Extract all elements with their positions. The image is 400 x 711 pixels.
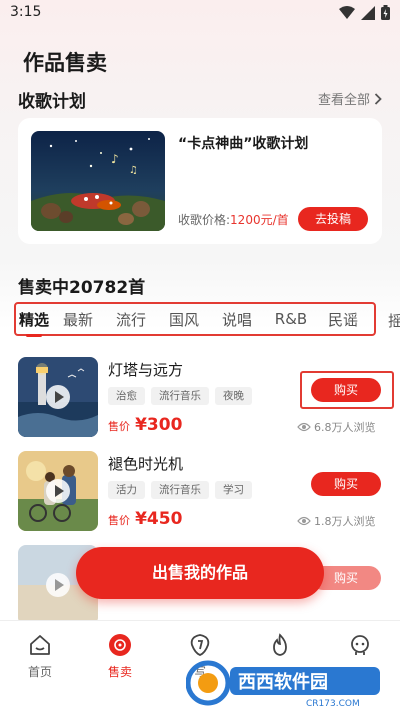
song-tag: 学习 — [215, 481, 252, 499]
wifi-icon — [339, 5, 355, 19]
vinyl-icon — [109, 634, 131, 656]
plan-price-value: 1200元/首 — [230, 213, 289, 227]
plan-section-header: 收歌计划 查看全部 — [18, 87, 382, 112]
song-item[interactable]: 褪色时光机 活力 流行音乐 学习 售价 ¥450 购买 1.8万人浏览 — [18, 451, 382, 533]
tab-zuixin[interactable]: 最新 — [52, 309, 104, 330]
svg-text:♫: ♫ — [129, 165, 138, 176]
tab-rnb[interactable]: R&B — [264, 310, 318, 328]
song-tag: 活力 — [108, 481, 145, 499]
song-tags: 活力 流行音乐 学习 — [108, 481, 252, 499]
play-icon[interactable] — [46, 573, 70, 597]
price-value: ¥450 — [135, 509, 183, 529]
tab-guofeng[interactable]: 国风 — [158, 309, 210, 330]
sell-my-work-button[interactable]: 出售我的作品 — [76, 547, 324, 599]
submit-button[interactable]: 去投稿 — [298, 207, 368, 231]
price-label: 售价 — [108, 420, 130, 433]
genre-tabs: 精选 最新 流行 国风 说唱 R&B 民谣 — [14, 302, 376, 337]
character-icon — [351, 635, 369, 655]
eye-icon — [297, 516, 311, 526]
view-count: 1.8万人浏览 — [297, 513, 376, 529]
tab-minyao[interactable]: 民谣 — [318, 309, 368, 330]
chevron-right-icon — [374, 92, 382, 105]
view-count-text: 6.8万人浏览 — [314, 421, 376, 434]
plan-card[interactable]: ♪ ♫ “卡点神曲”收歌计划 收歌价格:1200元/首 去投稿 — [18, 118, 382, 244]
song-price: 售价 ¥450 — [108, 509, 182, 529]
on-sale-count: 售卖中20782首 — [18, 278, 146, 298]
nav-label: 首页 — [27, 665, 52, 679]
svg-text:♪: ♪ — [111, 152, 119, 166]
buy-button[interactable]: 购买 — [311, 472, 381, 496]
song-price: 售价 ¥300 — [108, 415, 182, 435]
tab-shuochang[interactable]: 说唱 — [210, 309, 264, 330]
plan-card-title: “卡点神曲”收歌计划 — [178, 136, 309, 152]
battery-icon — [381, 5, 390, 20]
view-count-text: 1.8万人浏览 — [314, 515, 376, 528]
signal-icon — [361, 5, 375, 20]
song-cover-image — [18, 357, 98, 437]
flame-icon — [273, 633, 287, 656]
home-icon — [30, 635, 50, 655]
nav-sell[interactable]: 售卖 — [90, 633, 150, 680]
play-icon[interactable] — [46, 385, 70, 409]
view-all-label: 查看全部 — [317, 93, 370, 108]
buy-button[interactable]: 购买 — [311, 378, 381, 402]
song-tag: 流行音乐 — [151, 481, 209, 499]
play-icon[interactable] — [46, 479, 70, 503]
song-tag: 流行音乐 — [151, 387, 209, 405]
song-tag: 治愈 — [108, 387, 145, 405]
song-title: 褪色时光机 — [108, 455, 184, 473]
song-item[interactable]: 灯塔与远方 治愈 流行音乐 夜晚 售价 ¥300 购买 6.8万人浏览 — [18, 357, 394, 439]
price-label: 售价 — [108, 514, 130, 527]
tab-overflow[interactable]: 摇 — [388, 310, 400, 331]
nav-home[interactable]: 首页 — [10, 633, 70, 680]
price-value: ¥300 — [135, 415, 183, 435]
status-icons — [339, 5, 390, 20]
plan-price-label: 收歌价格: — [178, 213, 231, 227]
nav-label: 售卖 — [107, 665, 132, 679]
page-title: 作品售卖 — [23, 51, 107, 75]
watermark-logo: 西西软件园 CR173.COM — [185, 655, 386, 711]
watermark-url: CR173.COM — [306, 699, 360, 709]
tab-liuxing[interactable]: 流行 — [104, 309, 158, 330]
view-all-link[interactable]: 查看全部 — [318, 89, 382, 108]
eye-icon — [297, 422, 311, 432]
plan-cover-image: ♪ ♫ — [31, 131, 165, 231]
status-bar: 3:15 — [0, 0, 400, 28]
app-screen: 3:15 作品售卖 收歌计划 查看全部 ♪ ♫ “卡点神曲”收歌计划 收歌价格:… — [0, 0, 400, 711]
status-time: 3:15 — [10, 4, 42, 20]
song-tags: 治愈 流行音乐 夜晚 — [108, 387, 252, 405]
view-count: 6.8万人浏览 — [297, 419, 376, 435]
watermark-brand: 西西软件园 — [238, 671, 328, 693]
tab-jingxuan[interactable]: 精选 — [16, 309, 52, 337]
guitar-pick-icon — [190, 634, 210, 656]
plan-price: 收歌价格:1200元/首 — [178, 211, 289, 228]
song-title: 灯塔与远方 — [108, 361, 184, 379]
song-tag: 夜晚 — [215, 387, 252, 405]
plan-section-title: 收歌计划 — [18, 92, 86, 112]
song-cover-image — [18, 451, 98, 531]
